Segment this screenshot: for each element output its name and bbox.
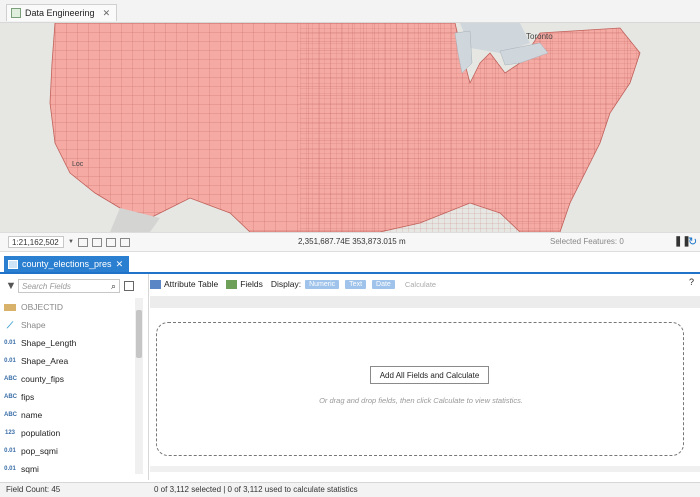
map-view-icon [11,8,21,18]
coordinate-readout[interactable]: 2,351,687.74E 353,873.015 m [298,237,406,246]
scale-dropdown[interactable]: 1:21,162,502 [8,236,64,248]
map-label-loc: Loc [72,161,84,168]
field-label: Shape_Length [21,338,77,348]
field-label: population [21,428,61,438]
drop-hint-text: Or drag and drop fields, then click Calc… [319,396,523,405]
field-item[interactable]: 0.01 Shape_Length [4,334,134,352]
table-options-icon[interactable] [124,281,134,291]
attribute-table-icon [150,279,161,289]
field-item[interactable]: 0.01 Shape_Area [4,352,134,370]
text-field-icon: ABC [4,394,17,400]
integer-field-icon: 123 [4,430,15,436]
attribute-table-button[interactable]: Attribute Table [150,279,218,289]
tab-data-engineering[interactable]: Data Engineering ✕ [6,4,118,21]
field-label: pop_sqmi [21,446,58,456]
objectid-icon [4,303,16,311]
map-status-bar: 1:21,162,502 ▼ 2,351,687.74E 353,873.015… [0,232,700,252]
search-icon[interactable]: ⌕ [111,281,116,292]
field-list: OBJECTID ⟋ Shape 0.01 Shape_Length 0.01 Shape_… [4,298,134,478]
chevron-down-icon[interactable]: ▼ [68,239,74,245]
refresh-icon[interactable]: ↻ [688,235,697,248]
display-label: Display: [270,279,302,289]
tab-county-elections[interactable]: county_elections_pres ✕ [4,256,130,272]
numeric-field-icon: 0.01 [4,340,16,346]
field-item[interactable]: ABC county_fips [4,370,134,388]
document-tab-bar: Data Engineering ✕ [0,0,700,23]
fields-label: Fields [240,279,263,289]
date-button[interactable]: Date [372,279,395,289]
field-item[interactable]: 0.01 pop_sqmi [4,442,134,460]
field-label: Shape_Area [21,356,69,366]
map-view[interactable]: Toronto Loc [0,23,700,232]
scroll-thumb[interactable] [136,310,142,358]
numeric-button[interactable]: Numeric [305,279,340,289]
field-label: fips [21,392,35,402]
numeric-field-icon: 0.01 [4,358,16,364]
attribute-table-label: Attribute Table [164,279,219,289]
field-item[interactable]: 123 population [4,424,134,442]
fields-icon [226,279,238,289]
panel-tab-title: county_elections_pres [22,259,112,269]
field-item[interactable]: ABC name [4,406,134,424]
layout-tool-icon[interactable] [91,237,102,247]
field-label: name [21,410,43,420]
table-icon [8,259,18,269]
field-count: Field Count: 45 [6,485,61,494]
field-item[interactable]: OBJECTID [4,298,134,316]
status-footer: Field Count: 45 0 of 3,112 selected | 0 … [0,482,700,497]
field-label: Shape [21,320,46,330]
pan-tool-icon[interactable] [119,237,130,247]
close-icon[interactable]: ✕ [103,8,111,19]
scale-value: 1:21,162,502 [12,237,59,247]
county-map: Toronto Loc [0,23,700,232]
field-label: county_fips [21,374,64,384]
help-icon[interactable]: ? [689,277,694,287]
text-field-icon: ABC [4,412,17,418]
statistics-toolbar: Attribute Table Fields Display: Numeric … [150,276,700,292]
grid-tool-icon[interactable] [77,237,88,247]
fields-button[interactable]: Fields [226,279,263,289]
fields-sidebar: ▼ Search Fields ⌕ OBJECTID ⟋ Shape 0.01 Shap… [0,274,149,480]
field-label: OBJECTID [21,302,64,312]
statistics-header-bar [150,296,700,308]
panel-tab-bar: county_elections_pres ✕ [0,256,700,274]
field-search-row: ▼ Search Fields ⌕ [4,278,144,294]
numeric-field-icon: 0.01 [4,448,16,454]
map-label-toronto: Toronto [526,32,553,41]
snapping-icon[interactable] [105,237,116,247]
filter-icon[interactable]: ▼ [4,280,18,292]
selection-status: 0 of 3,112 selected | 0 of 3,112 used to… [154,485,358,494]
search-fields-input[interactable]: Search Fields ⌕ [18,279,120,293]
calculate-button[interactable]: Calculate [405,280,436,289]
field-item[interactable]: ABC fips [4,388,134,406]
field-item[interactable]: ⟋ Shape [4,316,134,334]
add-all-fields-button[interactable]: Add All Fields and Calculate [370,366,489,384]
field-item[interactable]: 0.01 sqmi [4,460,134,478]
tab-title: Data Engineering [25,8,95,18]
shape-icon: ⟋ [6,319,14,330]
text-field-icon: ABC [4,376,17,382]
field-list-scrollbar[interactable] [135,298,143,474]
numeric-field-icon: 0.01 [4,466,16,472]
field-drop-zone[interactable] [156,322,684,456]
text-button[interactable]: Text [345,279,367,289]
selected-features[interactable]: Selected Features: 0 [550,237,624,246]
close-icon[interactable]: ✕ [116,259,124,270]
field-label: sqmi [21,464,39,474]
horizontal-scrollbar[interactable] [150,466,700,472]
search-placeholder: Search Fields [22,281,71,291]
